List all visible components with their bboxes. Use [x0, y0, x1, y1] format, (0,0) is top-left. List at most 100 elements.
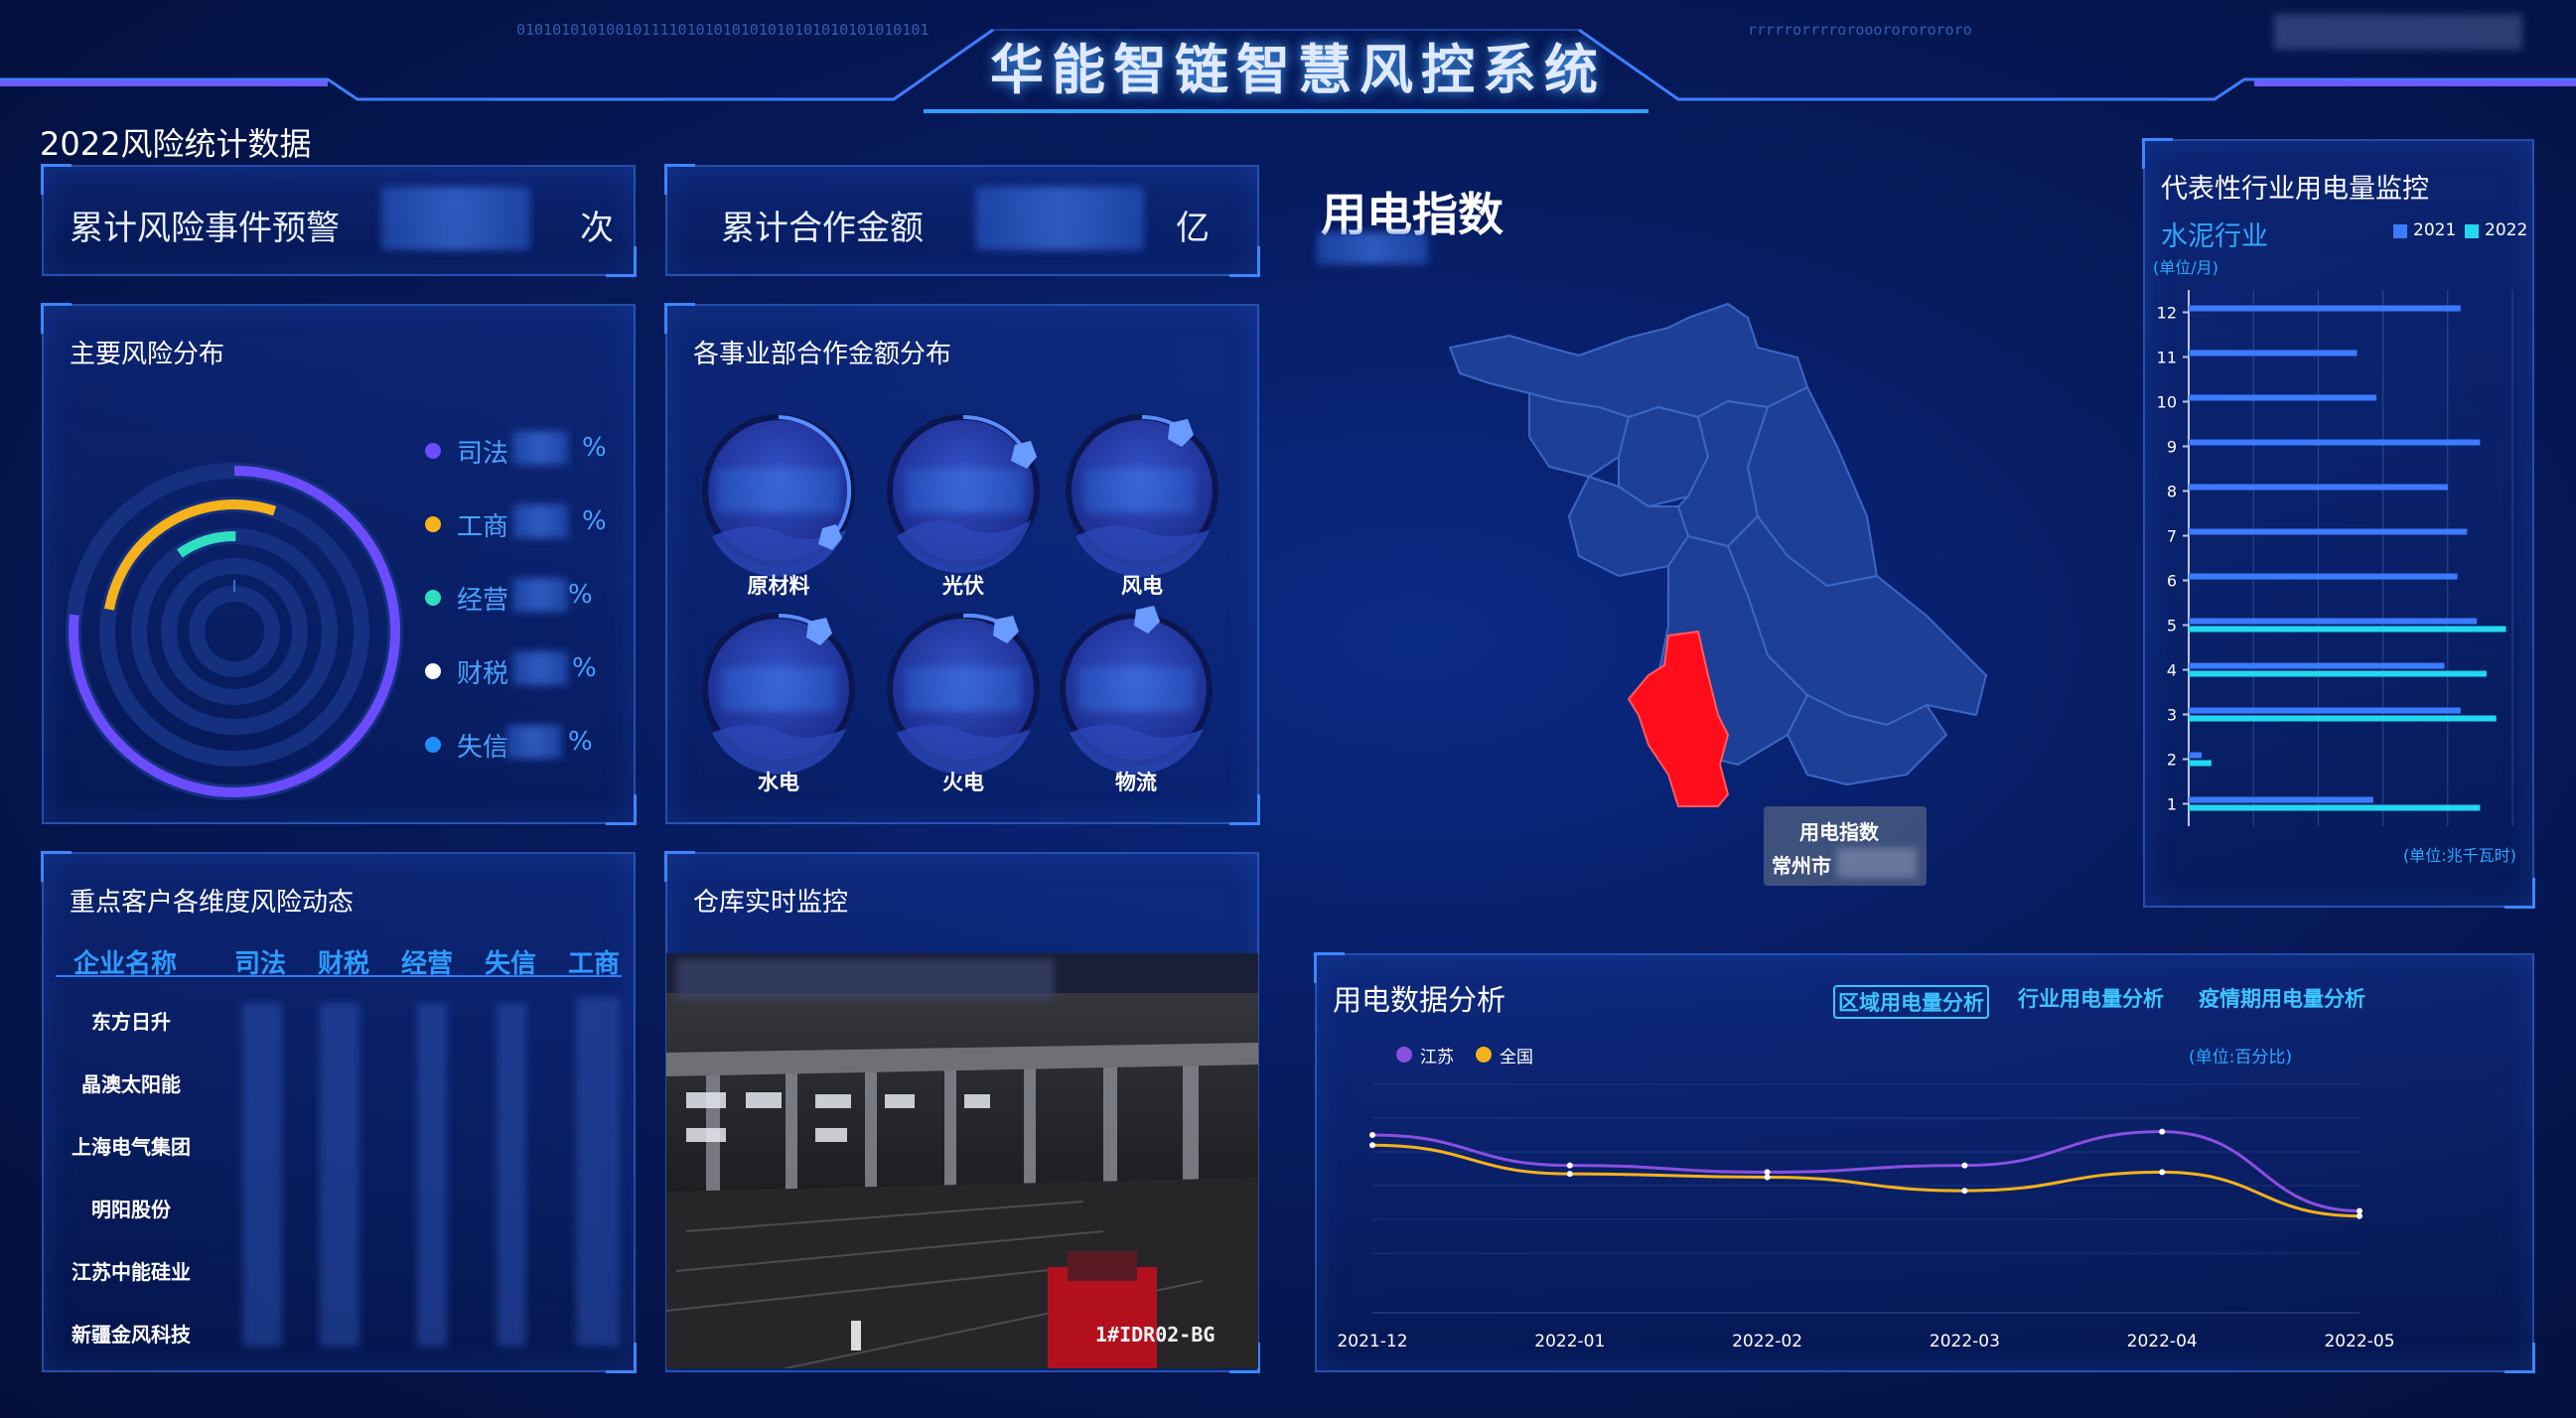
header-binary-right: rrrrrorrrrorooorororororo — [1748, 21, 1972, 39]
unit-value-label: (单位:兆千瓦时) — [2403, 846, 2516, 865]
legend-label-quanguo: 全国 — [1500, 1048, 1533, 1067]
bar-tick-label: 3 — [2167, 706, 2177, 725]
jiangsu-map[interactable] — [1430, 298, 2026, 854]
risk-events-label: 累计风险事件预警 — [70, 209, 340, 248]
legend-unit-caishui: % — [572, 653, 597, 683]
line-point — [2159, 1128, 2166, 1135]
legend-swatch-2022 — [2465, 224, 2479, 238]
bar-tick-label: 6 — [2167, 572, 2177, 591]
tab-industry-power[interactable]: 行业用电量分析 — [2018, 983, 2164, 1013]
tab-epidemic-power[interactable]: 疫情期用电量分析 — [2199, 983, 2365, 1013]
bubble-label-fengdian: 风电 — [1121, 574, 1163, 598]
legend-label-sifa: 司法 — [457, 439, 509, 469]
header-user-area[interactable] — [2274, 14, 2522, 50]
bar-2021-2 — [2189, 752, 2203, 759]
legend-dot-sifa — [425, 443, 441, 459]
legend-dot-quanguo — [1476, 1047, 1492, 1063]
bubble-label-wuliu: 物流 — [1115, 771, 1157, 794]
bar-2021-7 — [2189, 528, 2468, 535]
legend-swatch-2021 — [2393, 224, 2407, 238]
coop-amount-label: 累计合作金额 — [721, 209, 924, 248]
coop-amount-value — [975, 187, 1144, 250]
division-bubbles — [702, 414, 1218, 775]
legend-label-2021: 2021 — [2413, 220, 2457, 240]
legend-label-shixin: 失信 — [457, 733, 509, 763]
line-tick-label: 2022-04 — [2127, 1332, 2198, 1351]
col-values-jingying — [417, 1003, 447, 1347]
map-tooltip-value — [1837, 848, 1917, 878]
division-distribution-panel: 各事业部合作金额分布 原材料 光伏 风电 水电 火电 物流 — [664, 303, 1260, 825]
legend-label-jiangsu: 江苏 — [1420, 1048, 1454, 1067]
risk-distribution-panel: 主要风险分布 司法 % 工商 % 经营 % 财税 % 失信 % — [41, 303, 637, 825]
table-row-company-3[interactable]: 上海电气集团 — [46, 1131, 216, 1160]
line-point — [1961, 1162, 1968, 1169]
risk-rings-chart — [66, 463, 403, 800]
line-point — [2357, 1207, 2362, 1214]
map-tooltip-title: 用电指数 — [1799, 820, 1879, 844]
legend-label-gongshang: 工商 — [457, 512, 509, 542]
table-row-company-5[interactable]: 江苏中能硅业 — [46, 1256, 216, 1285]
camera-id: 1#IDR02-BG — [1095, 1323, 1216, 1347]
bubble-label-shuidian: 水电 — [758, 771, 799, 794]
table-row-company-2[interactable]: 晶澳太阳能 — [46, 1068, 216, 1097]
legend-dot-jiangsu — [1396, 1047, 1412, 1063]
tab-region-power[interactable]: 区域用电量分析 — [1833, 985, 1989, 1019]
legend-value-shixin — [506, 725, 562, 759]
bar-tick-label: 11 — [2157, 349, 2177, 367]
bar-2022-2 — [2189, 760, 2212, 767]
legend-dot-gongshang — [425, 516, 441, 532]
industry-name[interactable]: 水泥行业 — [2161, 214, 2268, 253]
unit-month-label: (单位/月) — [2153, 258, 2218, 277]
risk-events-value — [381, 187, 530, 250]
bubble-value-huodian — [906, 667, 1021, 711]
bubble-value-wuliu — [1078, 667, 1194, 711]
power-index-value — [1317, 232, 1428, 264]
risk-events-unit: 次 — [580, 209, 614, 248]
bar-tick-label: 4 — [2167, 661, 2177, 680]
line-tick-label: 2022-01 — [1534, 1332, 1605, 1351]
bar-2021-6 — [2189, 573, 2458, 580]
customer-risk-title: 重点客户各维度风险动态 — [70, 888, 355, 918]
line-series-全国 — [1371, 1143, 2361, 1218]
bar-tick-label: 10 — [2157, 393, 2177, 412]
bar-tick-label: 1 — [2167, 795, 2177, 814]
bar-2021-9 — [2189, 439, 2481, 446]
table-row-company-6[interactable]: 新疆金风科技 — [46, 1319, 216, 1347]
page-title: 华能智链智慧风控系统 — [990, 39, 1606, 101]
red-truck — [1048, 1267, 1157, 1368]
bubble-value-fengdian — [1084, 469, 1194, 512]
legend-value-sifa — [512, 431, 568, 465]
col-values-sifa — [242, 1003, 282, 1347]
bar-2022-4 — [2189, 670, 2487, 677]
coop-amount-unit: 亿 — [1176, 209, 1210, 248]
legend-dot-caishui — [425, 663, 441, 679]
table-row-company-1[interactable]: 东方日升 — [46, 1006, 216, 1035]
line-point — [1369, 1142, 1375, 1149]
table-header-divider — [56, 975, 622, 977]
line-point — [2357, 1212, 2362, 1219]
risk-events-card: 累计风险事件预警 次 — [41, 164, 637, 277]
table-row-company-4[interactable]: 明阳股份 — [46, 1194, 216, 1222]
bar-2022-1 — [2189, 804, 2481, 811]
industry-bar-chart: 12 11 10 9 8 7 6 5 4 3 2 1 — [2157, 290, 2513, 826]
map-region-north[interactable] — [1449, 303, 1808, 418]
camera-feed[interactable]: 1#IDR02-BG — [666, 953, 1258, 1368]
coop-amount-card: 累计合作金额 亿 — [664, 164, 1260, 277]
bar-tick-label: 12 — [2157, 304, 2177, 323]
bubble-label-huodian: 火电 — [942, 771, 984, 794]
legend-unit-shixin: % — [568, 727, 593, 757]
stats-section-title: 2022风险统计数据 — [40, 125, 312, 163]
line-point — [2159, 1169, 2166, 1176]
bubble-label-yuancailiao: 原材料 — [747, 574, 810, 598]
line-tick-label: 2022-03 — [1930, 1332, 2000, 1351]
col-values-shixin — [497, 1003, 526, 1347]
legend-value-gongshang — [512, 504, 568, 538]
bar-2021-3 — [2189, 707, 2461, 714]
camera-overlay-banner — [676, 959, 1054, 999]
header-bar: 0101010101001011110101010101010101010101… — [0, 0, 2576, 119]
bubble-value-guangfu — [906, 469, 1025, 512]
legend-label-jingying: 经营 — [457, 586, 509, 616]
legend-unit-sifa: % — [582, 433, 607, 463]
industry-monitor-title: 代表性行业用电量监控 — [2161, 174, 2429, 205]
bar-2021-5 — [2189, 618, 2478, 625]
